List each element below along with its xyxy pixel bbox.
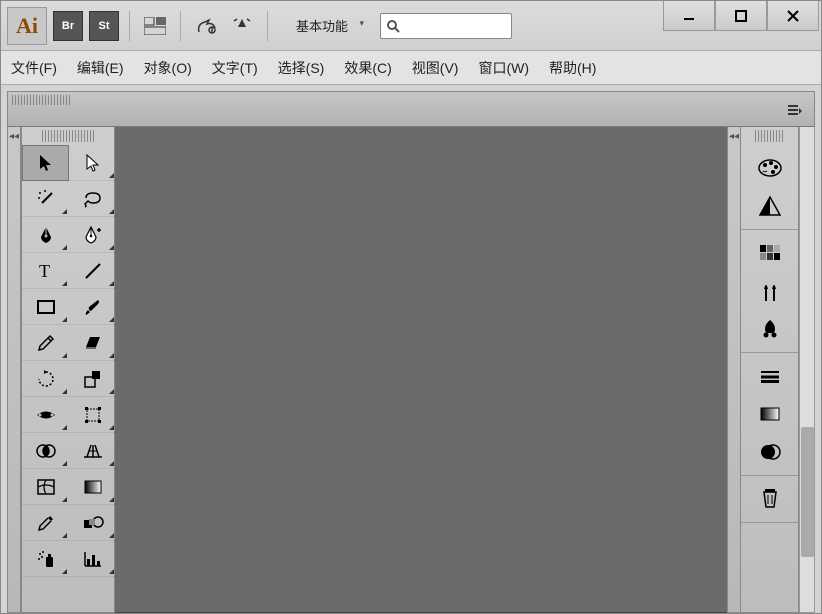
menu-help[interactable]: 帮助(H) <box>549 58 596 78</box>
tool-rectangle[interactable] <box>22 289 69 325</box>
menu-window[interactable]: 窗口(W) <box>478 58 529 78</box>
tool-direct-selection[interactable] <box>69 145 116 181</box>
panel-swatches[interactable] <box>751 235 788 271</box>
menu-object[interactable]: 对象(O) <box>144 58 192 78</box>
app-logo: Ai <box>7 7 47 45</box>
tool-lasso[interactable] <box>69 181 116 217</box>
tool-symbol-sprayer[interactable] <box>22 541 69 577</box>
tool-type[interactable]: T <box>22 253 69 289</box>
menu-file[interactable]: 文件(F) <box>11 58 57 78</box>
gpu-icon[interactable] <box>191 11 221 41</box>
stock-button[interactable]: St <box>89 11 119 41</box>
bridge-button[interactable]: Br <box>53 11 83 41</box>
tool-add-pen[interactable] <box>69 217 116 253</box>
tool-perspective[interactable] <box>69 433 116 469</box>
menubar: 文件(F) 编辑(E) 对象(O) 文字(T) 选择(S) 效果(C) 视图(V… <box>1 51 821 85</box>
scroll-thumb[interactable] <box>801 427 814 557</box>
bell-icon[interactable] <box>227 11 257 41</box>
tool-free-transform[interactable] <box>69 397 116 433</box>
tool-magic-wand[interactable] <box>22 181 69 217</box>
tool-mesh[interactable] <box>22 469 69 505</box>
panel-gradient-panel[interactable] <box>751 396 788 432</box>
maximize-button[interactable] <box>715 1 767 31</box>
svg-text:T: T <box>39 262 50 280</box>
close-button[interactable] <box>767 1 819 31</box>
control-bar <box>7 91 815 127</box>
panel-color[interactable] <box>751 150 788 186</box>
tool-rotate[interactable] <box>22 361 69 397</box>
tool-gradient[interactable] <box>69 469 116 505</box>
tool-pencil[interactable] <box>22 325 69 361</box>
search-icon <box>385 18 401 34</box>
tool-selection[interactable] <box>22 145 69 181</box>
workspace-switcher[interactable]: 基本功能 <box>278 12 366 39</box>
menu-select[interactable]: 选择(S) <box>278 58 325 78</box>
arrange-docs-icon[interactable] <box>140 11 170 41</box>
tool-shapebuilder[interactable] <box>22 433 69 469</box>
tool-eyedropper[interactable] <box>22 505 69 541</box>
tool-paintbrush[interactable] <box>69 289 116 325</box>
tool-blend[interactable] <box>69 505 116 541</box>
panel-brushes[interactable] <box>751 273 788 309</box>
panel-stroke[interactable] <box>751 358 788 394</box>
scrollbar[interactable] <box>799 127 815 613</box>
tool-eraser[interactable] <box>69 325 116 361</box>
toolbox: T <box>21 127 115 613</box>
titlebar: Ai Br St 基本功能 <box>1 1 821 51</box>
search-box[interactable] <box>380 13 512 39</box>
menu-view[interactable]: 视图(V) <box>412 58 459 78</box>
tool-column-graph[interactable] <box>69 541 116 577</box>
panel-symbols[interactable] <box>751 311 788 347</box>
tool-width[interactable] <box>22 397 69 433</box>
panel-transparency[interactable] <box>751 434 788 470</box>
grip-icon <box>12 95 72 105</box>
right-collapse[interactable]: ◂◂ <box>727 127 741 613</box>
menu-type[interactable]: 文字(T) <box>212 58 258 78</box>
left-collapse[interactable]: ◂◂ <box>7 127 21 613</box>
menu-effect[interactable]: 效果(C) <box>344 58 391 78</box>
canvas-area[interactable] <box>115 127 727 613</box>
minimize-button[interactable] <box>663 1 715 31</box>
tool-scale[interactable] <box>69 361 116 397</box>
panel-menu-icon[interactable] <box>788 104 802 116</box>
right-panels <box>741 127 799 613</box>
tool-pen[interactable] <box>22 217 69 253</box>
panel-color-guide[interactable] <box>751 188 788 224</box>
panel-appearance[interactable] <box>751 481 788 517</box>
menu-edit[interactable]: 编辑(E) <box>77 58 124 78</box>
tool-line[interactable] <box>69 253 116 289</box>
